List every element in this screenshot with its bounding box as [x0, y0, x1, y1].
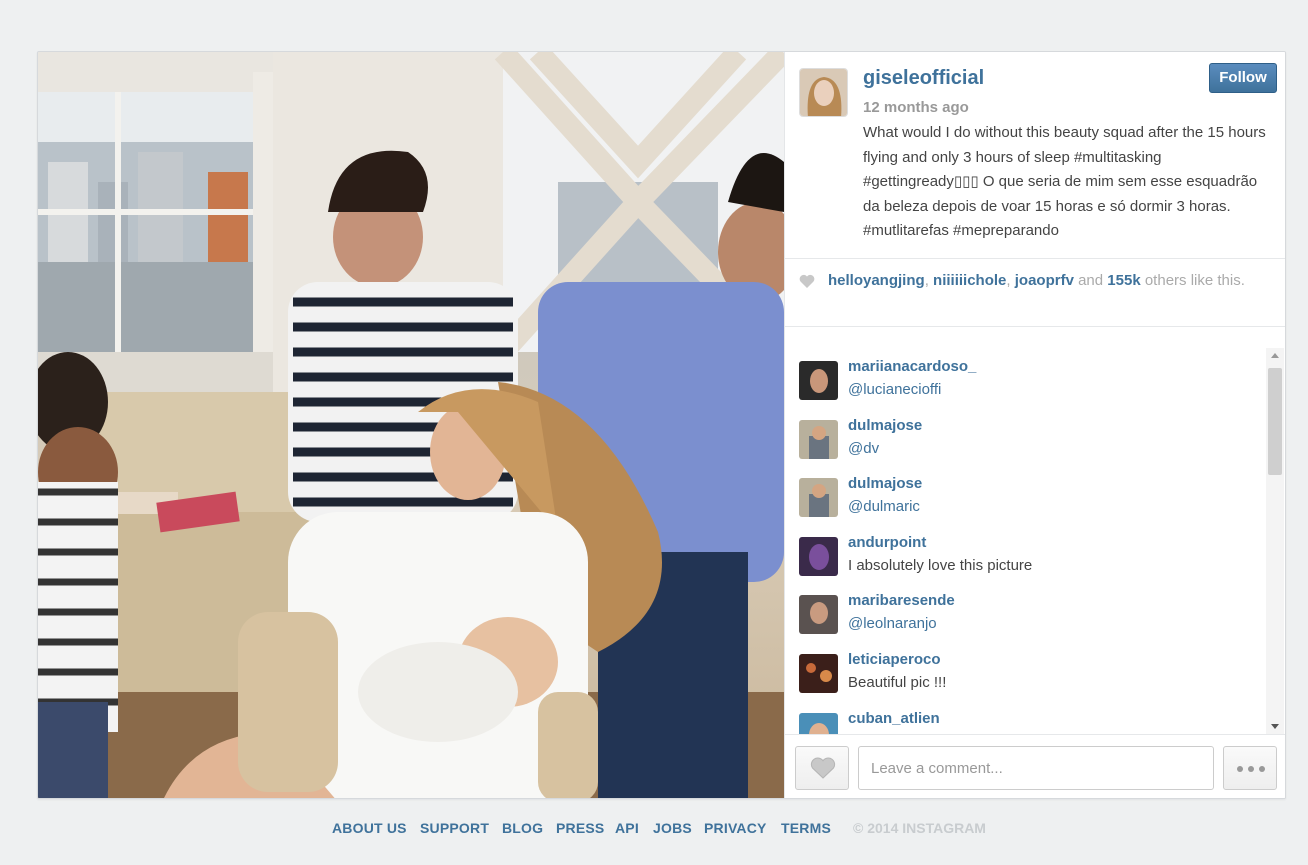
author-username[interactable]: giseleofficial	[863, 67, 984, 90]
commenter-username[interactable]: cuban_atlien	[848, 710, 940, 727]
comment-text[interactable]: @dulmaric	[848, 498, 920, 515]
likes-count[interactable]: 155k	[1107, 272, 1140, 289]
footer-link-press[interactable]: PRESS	[556, 820, 604, 836]
comments-list[interactable]: mariianacardoso_ @lucianecioffi dulmajos…	[785, 348, 1265, 734]
post-caption: What would I do without this beauty squa…	[863, 124, 1266, 239]
heart-icon	[810, 757, 836, 779]
follow-button[interactable]: Follow	[1209, 63, 1277, 93]
comment-item: andurpoint I absolutely love this pictur…	[785, 524, 1265, 583]
comment-bar	[785, 734, 1285, 798]
dot-icon	[1259, 766, 1265, 772]
more-options-button[interactable]	[1223, 746, 1277, 790]
commenter-username[interactable]: mariianacardoso_	[848, 358, 976, 375]
footer-link-jobs[interactable]: JOBS	[653, 820, 692, 836]
footer-link-privacy[interactable]: PRIVACY	[704, 820, 767, 836]
like-button[interactable]	[795, 746, 849, 790]
post-header: giseleofficial 12 months ago What would …	[785, 52, 1285, 259]
commenter-avatar[interactable]	[799, 419, 838, 459]
comment-text[interactable]: @leolnaranjo	[848, 615, 937, 632]
likes-text: helloyangjing, niiiiiichole, joaoprfv an…	[828, 272, 1245, 289]
photo-illustration	[38, 52, 784, 798]
post-timestamp[interactable]: 12 months ago	[863, 99, 969, 116]
commenter-username[interactable]: maribaresende	[848, 592, 955, 609]
comment-input[interactable]	[858, 746, 1214, 790]
commenter-avatar[interactable]	[799, 595, 838, 635]
comment-text: I absolutely love this picture	[848, 556, 1033, 574]
comment-text[interactable]: @lucianecioffi	[848, 381, 941, 398]
heart-icon	[799, 274, 815, 288]
post-card: giseleofficial 12 months ago What would …	[37, 51, 1286, 799]
commenter-username[interactable]: dulmajose	[848, 475, 922, 492]
dot-icon	[1248, 766, 1254, 772]
liker-link[interactable]: joaoprfv	[1015, 272, 1074, 289]
commenter-username[interactable]: dulmajose	[848, 417, 922, 434]
commenter-avatar[interactable]	[799, 653, 838, 693]
comment-item: mariianacardoso_ @lucianecioffi	[785, 348, 1265, 407]
post-photo[interactable]	[38, 52, 784, 798]
likes-section: helloyangjing, niiiiiichole, joaoprfv an…	[785, 259, 1285, 327]
commenter-avatar[interactable]	[799, 712, 838, 734]
comment-text[interactable]: @dv	[848, 440, 879, 457]
comment-item: cuban_atlien	[785, 700, 1265, 734]
likes-suffix: others like this.	[1144, 272, 1245, 289]
liker-link[interactable]: helloyangjing	[828, 272, 925, 289]
footer-link-support[interactable]: SUPPORT	[420, 820, 489, 836]
comment-item: dulmajose @dv	[785, 407, 1265, 466]
scroll-down-arrow-icon[interactable]	[1271, 724, 1279, 729]
scroll-up-arrow-icon[interactable]	[1271, 353, 1279, 358]
comment-item: dulmajose @dulmaric	[785, 465, 1265, 524]
comment-item: leticiaperoco Beautiful pic !!!	[785, 641, 1265, 700]
scrollbar-thumb[interactable]	[1268, 368, 1282, 475]
copyright: © 2014 INSTAGRAM	[853, 820, 986, 836]
commenter-username[interactable]: andurpoint	[848, 534, 926, 551]
comments-scrollbar[interactable]	[1266, 348, 1284, 734]
footer-link-blog[interactable]: BLOG	[502, 820, 543, 836]
commenter-username[interactable]: leticiaperoco	[848, 651, 941, 668]
post-sidebar: giseleofficial 12 months ago What would …	[784, 52, 1285, 798]
commenter-avatar[interactable]	[799, 536, 838, 576]
dot-icon	[1237, 766, 1243, 772]
footer-link-about[interactable]: ABOUT US	[332, 820, 407, 836]
author-avatar[interactable]	[799, 68, 848, 117]
likes-and: and	[1078, 272, 1104, 289]
comment-item: maribaresende @leolnaranjo	[785, 582, 1265, 641]
footer-link-api[interactable]: API	[615, 820, 639, 836]
footer-link-terms[interactable]: TERMS	[781, 820, 831, 836]
commenter-avatar[interactable]	[799, 361, 838, 400]
liker-link[interactable]: niiiiiichole	[933, 272, 1006, 289]
page-footer: ABOUT US SUPPORT BLOG PRESS API JOBS PRI…	[0, 820, 1308, 840]
commenter-avatar[interactable]	[799, 478, 838, 518]
comment-text: Beautiful pic !!!	[848, 673, 947, 691]
